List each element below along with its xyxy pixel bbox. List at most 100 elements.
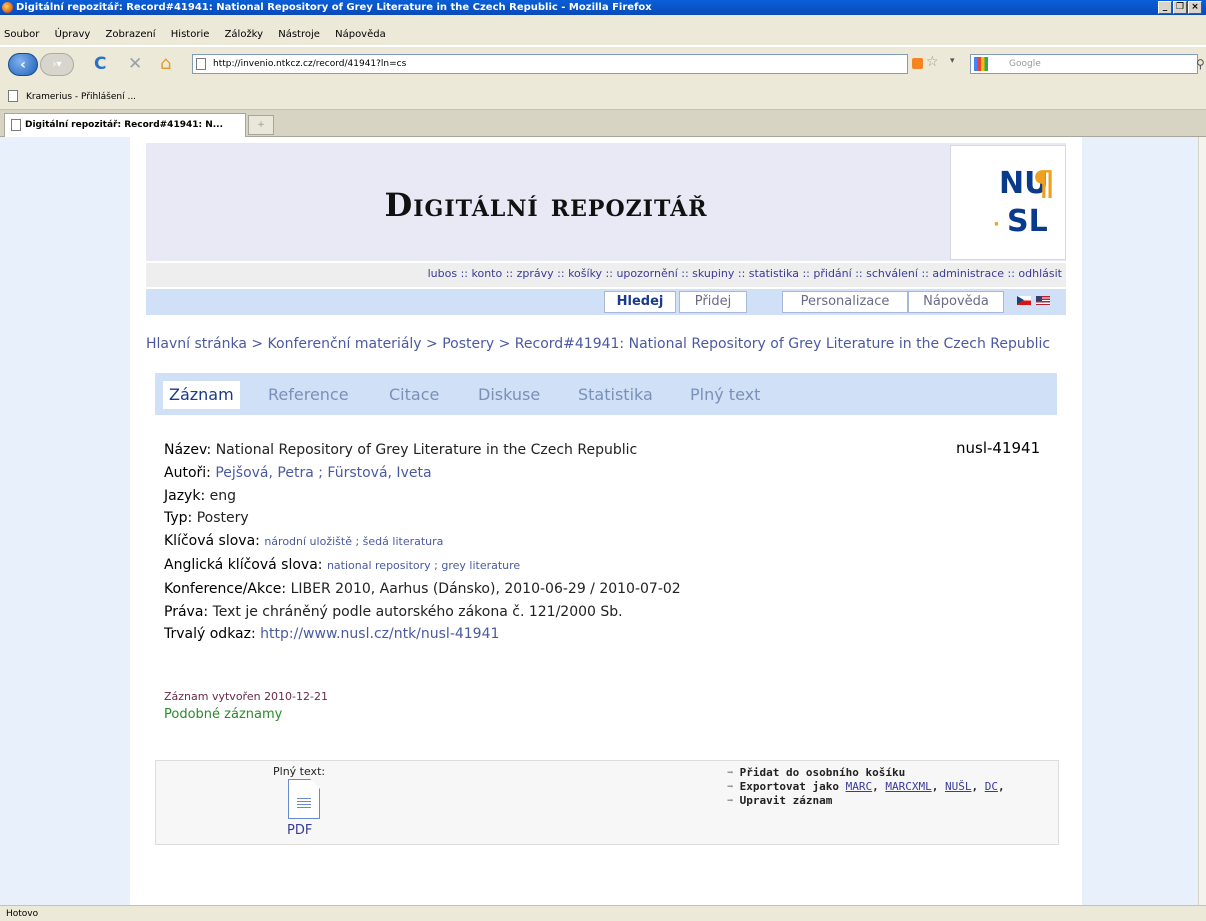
nav-personalize[interactable]: Personalizace xyxy=(782,291,908,313)
menu-help[interactable]: Nápověda xyxy=(335,29,386,40)
field-value: Text je chráněný podle autorského zákona… xyxy=(212,603,623,620)
firefox-icon xyxy=(2,2,13,13)
menu-tools[interactable]: Nástroje xyxy=(278,29,320,40)
export-dc-link[interactable]: DC xyxy=(985,780,998,793)
field-title: Název: National Repository of Grey Liter… xyxy=(164,439,681,462)
comma: , xyxy=(872,780,879,793)
page-icon xyxy=(8,90,18,102)
export-nusl-link[interactable]: NUŠL xyxy=(945,780,972,793)
menu-history[interactable]: Historie xyxy=(171,29,210,40)
bookmarks-toolbar: Kramerius - Přihlášení ... xyxy=(0,83,1206,110)
permalink[interactable]: http://www.nusl.cz/ntk/nusl-41941 xyxy=(260,626,499,642)
bookmark-item[interactable]: Kramerius - Přihlášení ... xyxy=(26,92,136,102)
menu-file[interactable]: Soubor xyxy=(4,29,39,40)
author-link[interactable]: Fürstová, Iveta xyxy=(327,465,431,481)
search-input[interactable]: Google xyxy=(970,54,1198,74)
comma: , xyxy=(931,780,939,793)
export-marcxml-link[interactable]: MARCXML xyxy=(885,780,931,793)
reload-icon[interactable]: C xyxy=(94,54,106,74)
field-value: National Repository of Grey Literature i… xyxy=(215,442,638,458)
add-to-basket-link[interactable]: Přidat do osobního košíku xyxy=(740,766,906,779)
nav-add[interactable]: Přidej xyxy=(679,291,747,313)
window-title-bar: Digitální repozitář: Record#41941: Natio… xyxy=(0,0,1206,15)
record-created: Záznam vytvořen 2010-12-21 xyxy=(164,690,328,703)
tab-reference[interactable]: Reference xyxy=(262,381,355,409)
record-actions: ➡ Přidat do osobního košíku ➡ Exportovat j… xyxy=(727,766,1005,808)
search-placeholder: Google xyxy=(1009,59,1041,69)
czech-flag-icon[interactable] xyxy=(1017,296,1031,305)
rss-icon[interactable] xyxy=(912,58,923,69)
arrow-icon: ➡ xyxy=(727,780,734,793)
author-link[interactable]: Pejšová, Petra xyxy=(215,465,313,481)
page-icon xyxy=(196,58,206,70)
chevron-down-icon[interactable]: ▾ xyxy=(950,56,955,66)
action-row: ➡ Exportovat jako MARC, MARCXML, NUŠL, DC… xyxy=(727,780,1005,794)
tab-statistics[interactable]: Statistika xyxy=(572,381,659,409)
scrollbar[interactable] xyxy=(1198,137,1206,905)
action-row: ➡ Přidat do osobního košíku xyxy=(727,766,1005,780)
tab-citation[interactable]: Citace xyxy=(383,381,445,409)
field-authors: Autoři: Pejšová, Petra ; Fürstová, Iveta xyxy=(164,462,681,485)
tab-record[interactable]: Záznam xyxy=(163,381,240,409)
english-flag-icon[interactable] xyxy=(1036,296,1050,305)
nusl-logo[interactable]: NU ¶ · SL xyxy=(950,145,1066,260)
keyword-link[interactable]: grey literature xyxy=(441,559,520,572)
url-input[interactable]: http://invenio.ntkcz.cz/record/41941?ln=… xyxy=(192,54,908,74)
breadcrumb[interactable]: Hlavní stránka > Konferenční materiály >… xyxy=(146,336,1050,352)
tab-label: Digitální repozitář: Record#41941: N... xyxy=(25,120,224,130)
page-icon xyxy=(11,119,21,131)
logo-text-bottom: SL xyxy=(1007,204,1048,239)
export-label: Exportovat jako xyxy=(739,780,839,793)
minimize-button[interactable]: _ xyxy=(1158,1,1172,14)
arrow-icon: ➡ xyxy=(727,766,734,779)
forward-button[interactable]: ›▾ xyxy=(40,53,74,76)
back-button[interactable]: ‹ xyxy=(8,53,38,76)
logo-pilcrow: ¶ xyxy=(1033,164,1055,204)
field-label: Práva: xyxy=(164,603,209,620)
right-margin xyxy=(1082,137,1198,905)
field-language: Jazyk: eng xyxy=(164,485,681,508)
menu-bookmarks[interactable]: Záložky xyxy=(225,29,263,40)
separator: ; xyxy=(430,558,442,572)
tab-fulltext[interactable]: Plný text xyxy=(684,381,766,409)
url-text: http://invenio.ntkcz.cz/record/41941?ln=… xyxy=(213,59,407,69)
status-bar: Hotovo xyxy=(0,905,1206,921)
back-arrow-icon: ‹ xyxy=(20,56,26,73)
fulltext-label: Plný text: xyxy=(273,765,326,778)
field-label: Trvalý odkaz: xyxy=(164,626,256,643)
export-marc-link[interactable]: MARC xyxy=(846,780,873,793)
edit-record-link[interactable]: Upravit záznam xyxy=(740,794,833,807)
search-icon[interactable]: ⚲ xyxy=(1196,57,1205,71)
keyword-link[interactable]: šedá literatura xyxy=(363,535,444,548)
field-label: Jazyk: xyxy=(164,487,206,504)
tab-active[interactable]: Digitální repozitář: Record#41941: N... xyxy=(4,113,246,137)
window-controls: _ ❐ × xyxy=(1158,1,1202,14)
nav-help[interactable]: Nápověda xyxy=(908,291,1004,313)
star-icon[interactable]: ☆ xyxy=(926,54,939,70)
close-button[interactable]: × xyxy=(1188,1,1202,14)
menu-view[interactable]: Zobrazení xyxy=(106,29,156,40)
field-type: Typ: Postery xyxy=(164,507,681,530)
window-title: Digitální repozitář: Record#41941: Natio… xyxy=(16,2,652,13)
tab-bar: Digitální repozitář: Record#41941: N... … xyxy=(0,110,1206,137)
stop-icon[interactable]: ✕ xyxy=(128,54,142,74)
tab-discussion[interactable]: Diskuse xyxy=(472,381,546,409)
record-id: nusl-41941 xyxy=(956,439,1041,457)
pdf-link[interactable]: PDF xyxy=(287,823,312,838)
keyword-link[interactable]: national repository xyxy=(327,559,431,572)
forward-arrow-icon: ›▾ xyxy=(52,59,62,70)
nav-search[interactable]: Hledej xyxy=(604,291,676,313)
home-icon[interactable]: ⌂ xyxy=(160,53,171,74)
new-tab-button[interactable]: + xyxy=(248,115,274,135)
field-label: Typ: xyxy=(164,510,193,527)
similar-records-link[interactable]: Podobné záznamy xyxy=(164,707,282,722)
field-value: Postery xyxy=(196,510,249,527)
user-menu[interactable]: lubos :: konto :: zprávy :: košíky :: up… xyxy=(146,263,1066,287)
menu-edit[interactable]: Úpravy xyxy=(55,29,91,40)
maximize-button[interactable]: ❐ xyxy=(1173,1,1187,14)
field-label: Konference/Akce: xyxy=(164,580,287,597)
keyword-link[interactable]: národní uložiště xyxy=(264,535,352,548)
pdf-file-icon[interactable] xyxy=(288,779,320,819)
status-text: Hotovo xyxy=(6,909,39,919)
google-icon[interactable] xyxy=(974,57,988,71)
